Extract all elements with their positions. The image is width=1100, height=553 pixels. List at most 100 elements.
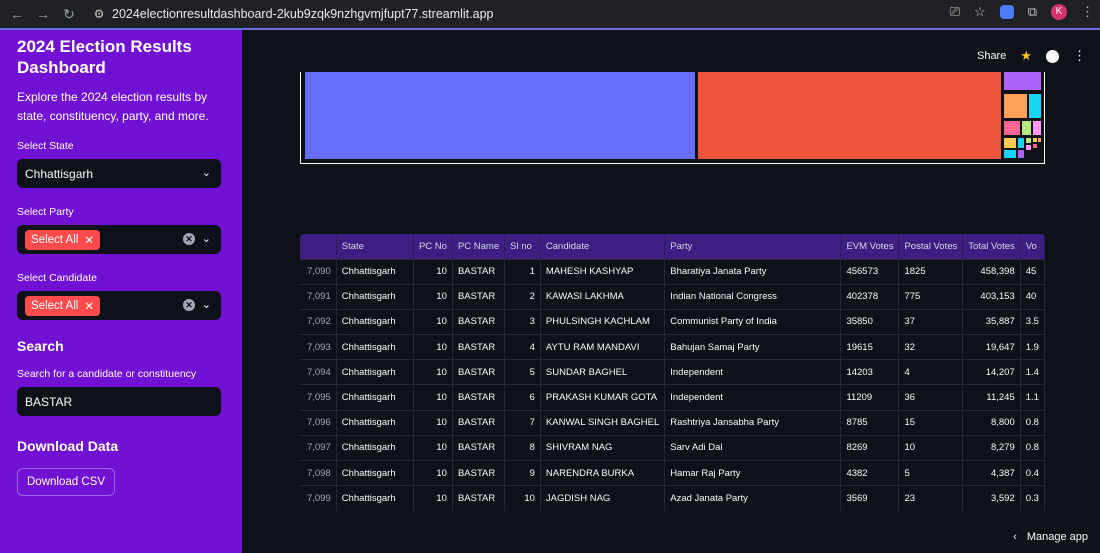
table-cell[interactable]: 8 <box>504 434 541 461</box>
table-cell[interactable]: 10 <box>413 334 453 360</box>
table-cell[interactable]: BASTAR <box>452 308 506 335</box>
table-cell[interactable]: 1 <box>504 258 541 285</box>
table-cell[interactable]: 23 <box>898 485 964 511</box>
treemap-tile[interactable] <box>1004 72 1041 90</box>
reload-icon[interactable]: ↻ <box>60 6 78 23</box>
table-cell[interactable]: 32 <box>898 334 964 360</box>
treemap-tile[interactable] <box>1038 138 1041 142</box>
clear-icon[interactable]: ✕ <box>183 299 195 311</box>
party-tag[interactable]: Select All ✕ <box>25 229 100 250</box>
table-cell[interactable]: 7,099 <box>300 485 337 511</box>
table-cell[interactable]: 7,093 <box>300 334 337 360</box>
table-row[interactable]: 7,097 Chhattisgarh 10 BASTAR 8 SHIVRAM NAG Sar… <box>300 434 1045 461</box>
column-header[interactable]: Vo <box>1020 234 1045 259</box>
table-cell[interactable]: 11,245 <box>962 384 1021 411</box>
table-cell[interactable]: 1.1 <box>1020 384 1045 411</box>
table-cell[interactable]: 10 <box>413 485 453 511</box>
search-input[interactable]: BASTAR <box>17 387 221 416</box>
back-icon[interactable]: ← <box>8 6 26 23</box>
table-cell[interactable]: Bahujan Samaj Party <box>664 334 842 360</box>
table-cell[interactable]: Hamar Raj Party <box>664 459 842 486</box>
table-cell[interactable]: 403,153 <box>962 283 1021 310</box>
chevron-down-icon[interactable]: ⌄ <box>202 298 211 311</box>
address-bar[interactable]: ⚙ 2024electionresultdashboard-2kub9zqk9n… <box>90 3 494 25</box>
treemap-tile[interactable] <box>698 72 1001 159</box>
table-cell[interactable]: 2 <box>504 283 541 310</box>
table-cell[interactable]: 7,092 <box>300 308 337 335</box>
table-cell[interactable]: 0.8 <box>1020 434 1045 461</box>
table-cell[interactable]: BASTAR <box>452 409 506 436</box>
table-cell[interactable]: Azad Janata Party <box>664 485 842 511</box>
table-cell[interactable]: Chhattisgarh <box>336 485 414 511</box>
table-cell[interactable]: 10 <box>413 283 453 310</box>
table-cell[interactable]: Independent <box>664 359 842 385</box>
table-cell[interactable]: Rashtriya Jansabha Party <box>664 409 842 436</box>
table-cell[interactable]: 10 <box>413 308 453 335</box>
table-cell[interactable]: 7 <box>504 409 541 436</box>
table-cell[interactable]: SUNDAR BAGHEL <box>540 359 666 385</box>
table-cell[interactable]: Chhattisgarh <box>336 409 414 436</box>
table-cell[interactable]: 10 <box>413 409 453 436</box>
state-select[interactable]: Chhattisgarh ⌄ <box>17 159 221 188</box>
table-cell[interactable]: 3569 <box>840 485 900 511</box>
table-row[interactable]: 7,091 Chhattisgarh 10 BASTAR 2 KAWASI LAKHMA I… <box>300 283 1045 310</box>
table-cell[interactable]: 0.3 <box>1020 485 1045 511</box>
table-cell[interactable]: 40 <box>1020 283 1045 310</box>
table-cell[interactable]: 10 <box>413 258 453 285</box>
table-cell[interactable]: Independent <box>664 384 842 411</box>
table-cell[interactable]: 15 <box>898 409 964 436</box>
table-cell[interactable]: 8,800 <box>962 409 1021 436</box>
table-row[interactable]: 7,092 Chhattisgarh 10 BASTAR 3 PHULSINGH KACH… <box>300 308 1045 335</box>
column-header[interactable]: Sl no <box>504 234 541 259</box>
table-cell[interactable]: 5 <box>504 359 541 385</box>
table-cell[interactable]: 35850 <box>840 308 900 335</box>
table-cell[interactable]: 7,096 <box>300 409 337 436</box>
treemap-tile[interactable] <box>305 72 695 159</box>
treemap-tile[interactable] <box>1004 94 1027 118</box>
candidate-tag[interactable]: Select All ✕ <box>25 295 100 316</box>
table-cell[interactable]: BASTAR <box>452 258 506 285</box>
site-info-icon[interactable]: ⚙ <box>90 7 108 21</box>
table-cell[interactable]: Communist Party of India <box>664 308 842 335</box>
treemap-tile[interactable] <box>1033 144 1037 148</box>
table-cell[interactable]: Chhattisgarh <box>336 359 414 385</box>
column-header[interactable]: Total Votes <box>962 234 1021 259</box>
treemap-tile[interactable] <box>1018 138 1024 148</box>
column-header[interactable]: EVM Votes <box>840 234 900 259</box>
results-table[interactable]: State PC No PC Name Sl no Candidate Party EVM … <box>300 234 1045 521</box>
table-cell[interactable]: PHULSINGH KACHLAM <box>540 308 666 335</box>
table-cell[interactable]: Chhattisgarh <box>336 434 414 461</box>
table-cell[interactable]: 10 <box>898 434 964 461</box>
treemap-tile[interactable] <box>1004 138 1016 148</box>
chevron-down-icon[interactable]: ⌄ <box>202 166 211 179</box>
bookmark-star-icon[interactable]: ☆ <box>974 4 986 20</box>
table-cell[interactable]: 402378 <box>840 283 900 310</box>
table-cell[interactable]: 10 <box>504 485 541 511</box>
forward-icon[interactable]: → <box>34 6 52 23</box>
table-cell[interactable]: 11209 <box>840 384 900 411</box>
table-cell[interactable]: 7,094 <box>300 359 337 385</box>
column-header[interactable]: State <box>336 234 414 259</box>
github-icon[interactable] <box>1046 49 1059 63</box>
table-cell[interactable]: PRAKASH KUMAR GOTA <box>540 384 666 411</box>
table-cell[interactable]: 19615 <box>840 334 900 360</box>
table-cell[interactable]: 7,090 <box>300 258 337 285</box>
chevron-down-icon[interactable]: ⌄ <box>202 232 211 245</box>
download-csv-button[interactable]: Download CSV <box>17 468 115 496</box>
kebab-menu-icon[interactable]: ⋮ <box>1073 48 1086 64</box>
table-cell[interactable]: 4 <box>898 359 964 385</box>
table-cell[interactable]: 19,647 <box>962 334 1021 360</box>
treemap-tile[interactable] <box>1026 145 1031 150</box>
treemap-tile[interactable] <box>1033 138 1037 142</box>
table-cell[interactable]: MAHESH KASHYAP <box>540 258 666 285</box>
column-header[interactable]: Party <box>664 234 842 259</box>
treemap-tile[interactable] <box>1022 121 1031 135</box>
table-cell[interactable]: BASTAR <box>452 459 506 486</box>
table-cell[interactable]: 4 <box>504 334 541 360</box>
table-cell[interactable]: JAGDISH NAG <box>540 485 666 511</box>
table-cell[interactable]: 0.4 <box>1020 459 1045 486</box>
table-cell[interactable]: 8,279 <box>962 434 1021 461</box>
table-cell[interactable]: 3,592 <box>962 485 1021 511</box>
table-cell[interactable]: Chhattisgarh <box>336 308 414 335</box>
treemap-tile[interactable] <box>1026 138 1031 143</box>
